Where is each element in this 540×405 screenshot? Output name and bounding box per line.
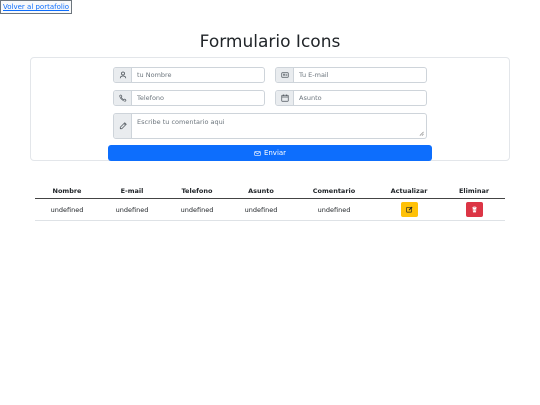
header-nombre: Nombre [35,184,99,199]
back-to-portfolio-link[interactable]: Volver al portafolio [0,0,73,14]
page-title: Formulario Icons [199,32,341,52]
header-email: E-mail [99,184,165,199]
cell-eliminar [443,198,505,221]
comment-input-group: Escribe tu comentario aqui [113,113,427,139]
cell-actualizar [375,198,443,221]
phone-input[interactable]: Telefono [132,91,264,105]
cell-asunto: undefined [229,198,293,221]
edit-icon [405,206,412,213]
header-actualizar: Actualizar [375,184,443,199]
envelope-card-icon [276,68,294,82]
header-comentario: Comentario [293,184,375,199]
table-row: undefined undefined undefined undefined … [35,198,505,221]
update-button[interactable] [400,202,418,217]
subject-input-group: Asunto [275,90,427,106]
email-input[interactable]: Tu E-mail [294,68,426,82]
cell-telefono: undefined [165,198,229,221]
subject-input[interactable]: Asunto [294,91,426,105]
name-input-group: tu Nombre [113,67,265,83]
phone-icon [114,91,132,105]
header-eliminar: Eliminar [443,184,505,199]
cell-email: undefined [99,198,165,221]
name-input[interactable]: tu Nombre [132,68,264,82]
comment-textarea[interactable]: Escribe tu comentario aqui [132,114,426,138]
table-header-row: Nombre E-mail Telefono Asunto Comentario… [35,184,505,199]
phone-input-group: Telefono [113,90,265,106]
user-icon [114,68,132,82]
cell-comentario: undefined [293,198,375,221]
send-button[interactable]: Enviar [108,145,432,161]
contacts-table: Nombre E-mail Telefono Asunto Comentario… [35,184,505,221]
header-telefono: Telefono [165,184,229,199]
cell-nombre: undefined [35,198,99,221]
envelope-icon [254,150,261,156]
trash-icon [471,206,477,213]
delete-button[interactable] [465,202,483,217]
pencil-icon [114,114,132,138]
email-input-group: Tu E-mail [275,67,427,83]
header-asunto: Asunto [229,184,293,199]
send-button-label: Enviar [263,149,287,157]
resize-grip-icon[interactable] [419,131,424,136]
calendar-icon [276,91,294,105]
